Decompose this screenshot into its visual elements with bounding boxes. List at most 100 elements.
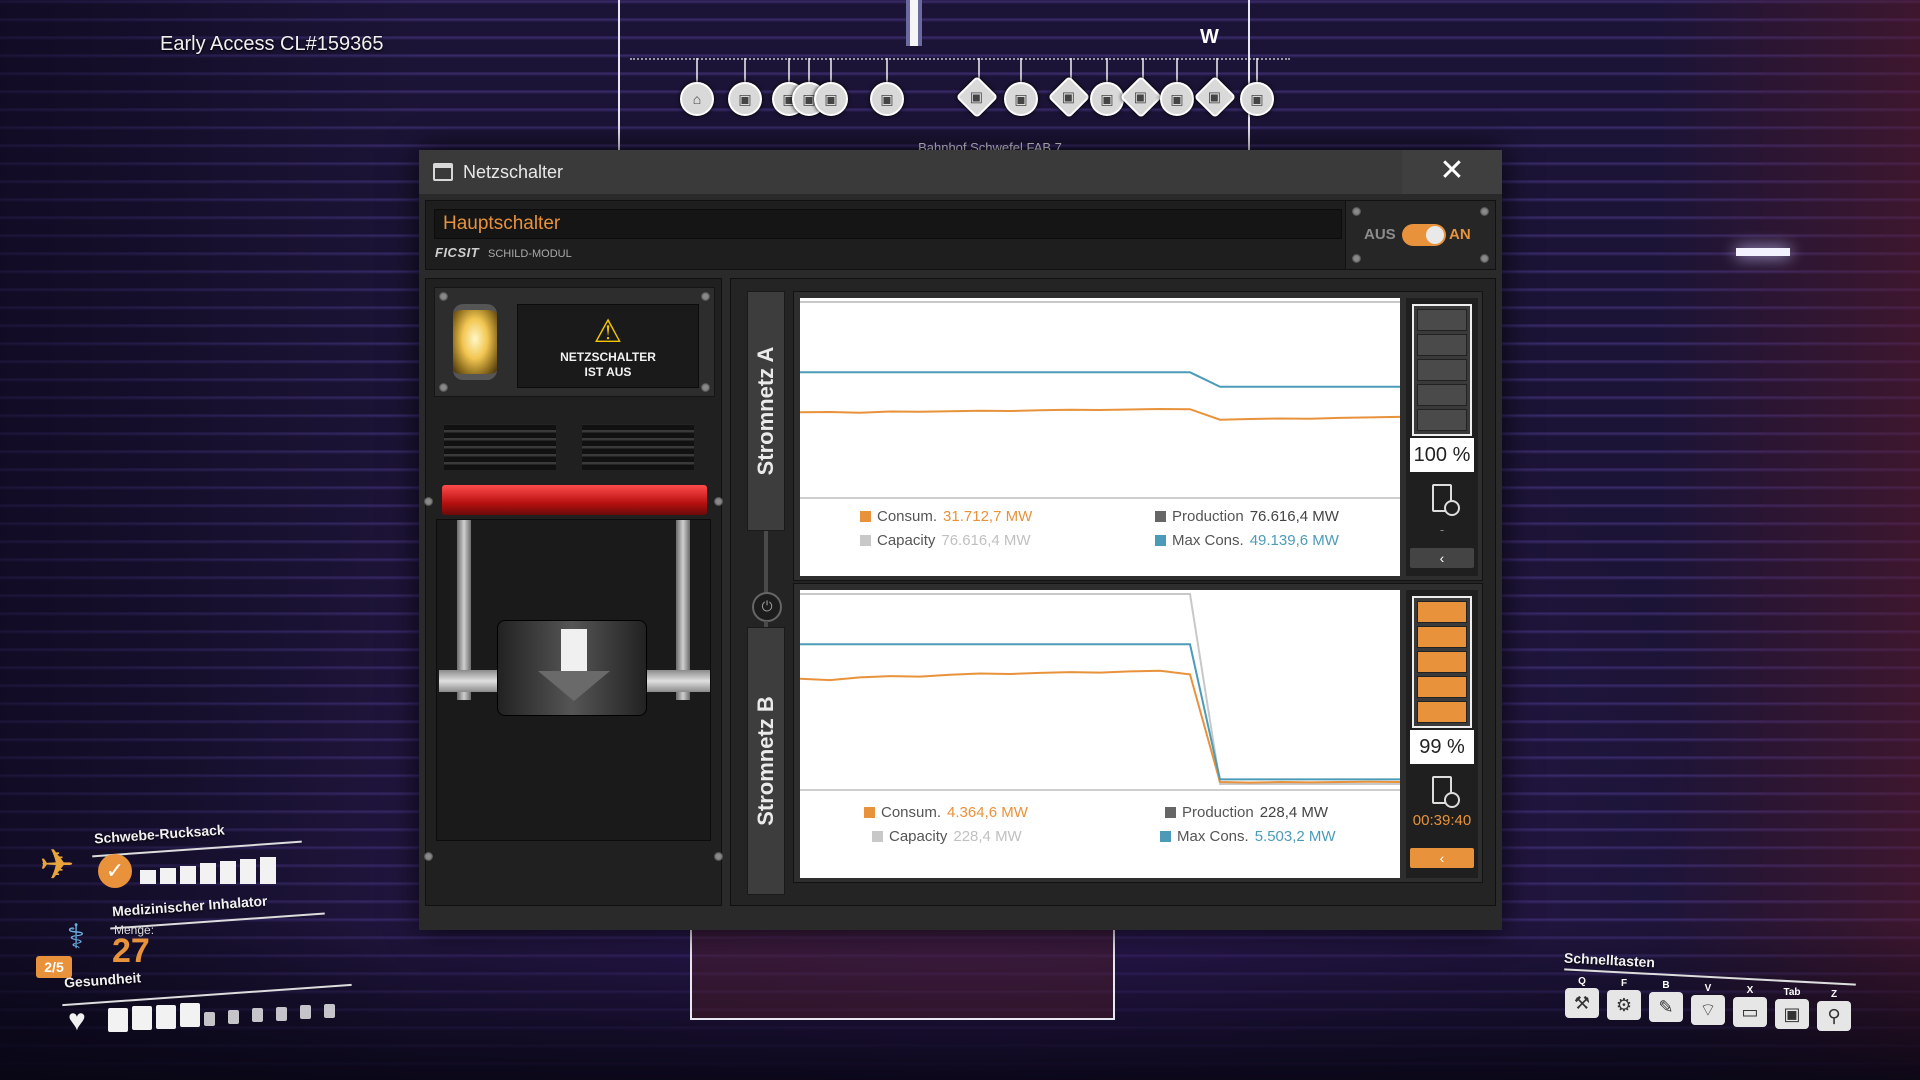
legend-production: Production 76.616,4 MW — [1155, 508, 1339, 525]
capacity-swatch — [860, 535, 871, 546]
dismantle-icon: ⚙ — [1607, 990, 1641, 1021]
hotkey-key-label: Z — [1830, 989, 1838, 1001]
battery-status: - — [1439, 522, 1445, 537]
legend-value: 228,4 MW — [1259, 804, 1329, 821]
hotkey-build-gun[interactable]: B ✎ — [1646, 980, 1686, 1023]
series-line-max-cons- — [800, 371, 1400, 388]
max-consumption-swatch — [1155, 535, 1166, 546]
lever-red-bar — [442, 485, 707, 515]
warning-line-1: NETZSCHALTER — [560, 350, 656, 364]
battery-cell — [1417, 701, 1467, 723]
circuit-a-chart — [800, 301, 1400, 499]
health-label: Gesundheit — [63, 969, 142, 991]
screw — [1352, 254, 1361, 263]
module-label: SCHILD-MODUL — [488, 248, 572, 260]
map-icon: ⚲ — [1817, 1001, 1851, 1032]
compass-tick — [1256, 58, 1258, 82]
circuit-b-tab[interactable]: Stromnetz B — [747, 627, 785, 895]
world-background-right — [1660, 0, 1920, 1080]
consumption-swatch — [864, 807, 875, 818]
battery-cell — [1417, 359, 1467, 381]
legend-label: Production — [1182, 804, 1254, 821]
screw — [714, 497, 723, 506]
max-consumption-swatch — [1160, 831, 1171, 842]
power-lever[interactable] — [497, 620, 647, 716]
hotkey-map[interactable]: Z ⚲ — [1814, 989, 1854, 1032]
health-segment — [180, 1003, 200, 1028]
window-icon — [433, 163, 453, 181]
compass-center-marker — [906, 0, 922, 46]
compass-train-icon: ▣ — [728, 82, 762, 116]
hotkey-hammer[interactable]: Q ⚒ — [1562, 976, 1602, 1018]
toggle-knob — [1426, 226, 1444, 244]
circuit-a-label: Stromnetz A — [753, 346, 778, 476]
vent-grille — [582, 424, 694, 470]
battery-cell — [1417, 676, 1467, 698]
heart-icon: ♥ — [68, 1004, 86, 1037]
battery-gauge — [1412, 304, 1472, 436]
legend-production: Production 228,4 MW — [1165, 804, 1328, 821]
hotkey-codex[interactable]: Tab ▣ — [1772, 987, 1812, 1029]
compass-train-icon: ▣ — [814, 82, 848, 116]
switch-name-field[interactable]: Hauptschalter — [434, 209, 1342, 239]
expand-battery-button[interactable]: ‹ — [1410, 548, 1474, 568]
hotkey-dismantle[interactable]: F ⚙ — [1604, 978, 1644, 1021]
screw — [701, 292, 710, 301]
compass-train-icon: ▣ — [1004, 82, 1038, 116]
hotkey-key-label: X — [1746, 984, 1754, 996]
legend-label: Max Cons. — [1177, 828, 1249, 845]
indicator-box: ⚠ NETZSCHALTER IST AUS — [434, 287, 715, 397]
hotkey-key-label: V — [1704, 982, 1712, 994]
battery-time-remaining: 00:39:40 — [1412, 812, 1472, 829]
series-line-consum- — [800, 669, 1400, 784]
battery-timer-icon — [1432, 776, 1460, 808]
circuit-b-chart — [800, 593, 1400, 791]
status-lamp-icon — [453, 304, 497, 380]
hotkeys-title: Schnelltasten — [1563, 949, 1656, 971]
legend-label: Max Cons. — [1172, 532, 1244, 549]
switch-lever-panel: ⚠ NETZSCHALTER IST AUS — [424, 278, 723, 906]
compass-station-icon: ⌂ — [680, 82, 714, 116]
hotkey-inventory[interactable]: X ▭ — [1730, 985, 1770, 1027]
compass-tick — [886, 58, 888, 82]
screw — [1352, 207, 1361, 216]
window-title: Netzschalter — [463, 162, 564, 182]
hotkey-scanner[interactable]: V ⌔ — [1688, 983, 1728, 1025]
legend-value: 4.364,6 MW — [947, 804, 1028, 821]
legend-consumption: Consum. 31.712,7 MW — [860, 508, 1032, 525]
legend-capacity: Capacity 76.616,4 MW — [860, 532, 1031, 549]
health-segment — [204, 1011, 215, 1026]
health-segment — [276, 1006, 287, 1021]
production-swatch — [1155, 511, 1166, 522]
legend-consumption: Consum. 4.364,6 MW — [864, 804, 1028, 821]
legend-value: 228,4 MW — [953, 828, 1022, 845]
circuit-a-tab[interactable]: Stromnetz A — [747, 291, 785, 531]
capacity-swatch — [872, 831, 883, 842]
fuel-segment — [180, 865, 196, 884]
hotkeys-hud: Schnelltasten Q ⚒ F ⚙ B ✎ V ⌔ X ▭ Tab ▣ Z ⚲ — [1560, 946, 1860, 1046]
hammer-icon: ⚒ — [1565, 988, 1599, 1018]
close-button[interactable]: ✕ — [1402, 150, 1502, 194]
fuel-segment — [140, 870, 156, 884]
circuit-a-graph: Consum. 31.712,7 MW Production 76.616,4 MW… — [800, 298, 1400, 576]
vent-grille — [444, 424, 556, 470]
world-light-fixture — [1736, 248, 1790, 256]
legend-max-consumption: Max Cons. 49.139,6 MW — [1155, 532, 1339, 549]
warning-display: ⚠ NETZSCHALTER IST AUS — [517, 304, 699, 388]
health-segment — [156, 1004, 176, 1029]
legend-label: Capacity — [889, 828, 948, 845]
arrow-down-head — [538, 671, 610, 701]
expand-battery-button[interactable]: ‹ — [1410, 848, 1474, 868]
health-segment — [324, 1003, 335, 1018]
battery-cell — [1417, 651, 1467, 673]
lever-track — [436, 519, 711, 841]
health-segment — [252, 1008, 263, 1023]
toggle-off-label: AUS — [1364, 226, 1396, 243]
screw — [424, 497, 433, 506]
switch-header-panel: Hauptschalter FICSIT SCHILD-MODUL AUS AN — [425, 200, 1496, 270]
fuel-segment — [160, 867, 176, 884]
circuit-b-label: Stromnetz B — [753, 696, 778, 826]
compass-train-icon: ▣ — [1160, 82, 1194, 116]
power-toggle[interactable] — [1402, 224, 1446, 246]
battery-cell — [1417, 334, 1467, 356]
